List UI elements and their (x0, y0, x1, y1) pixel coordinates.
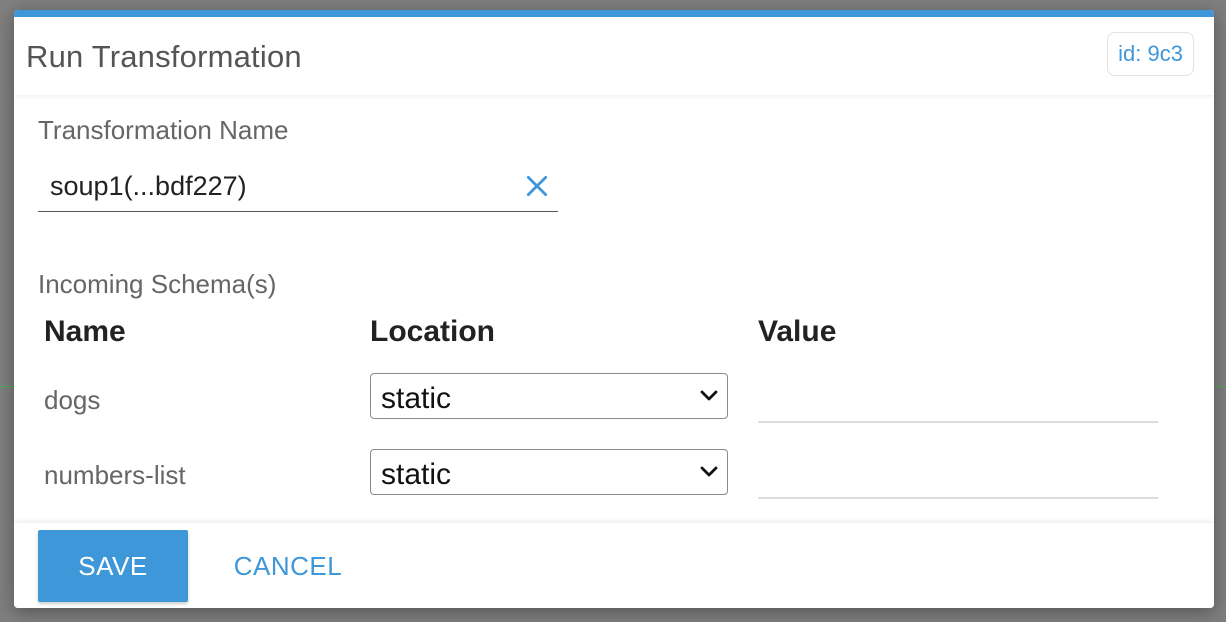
dialog-title: Run Transformation (26, 39, 302, 74)
cancel-button[interactable]: CANCEL (218, 530, 358, 602)
location-select[interactable]: static (370, 449, 728, 495)
column-header-name: Name (44, 315, 126, 348)
backdrop-connector-line (0, 386, 14, 387)
run-transformation-dialog: Run Transformation id: 9c3 Transformatio… (14, 10, 1214, 608)
chevron-down-icon (700, 390, 718, 401)
schema-row-name: dogs (44, 385, 101, 415)
location-select-value: static (381, 382, 452, 415)
value-input[interactable] (758, 457, 1158, 499)
id-badge: id: 9c3 (1107, 32, 1194, 76)
column-header-value: Value (758, 315, 837, 348)
value-input[interactable] (758, 381, 1158, 423)
column-header-location: Location (370, 315, 495, 348)
incoming-schemas-label: Incoming Schema(s) (38, 269, 277, 299)
save-button[interactable]: SAVE (38, 530, 188, 602)
transformation-name-label: Transformation Name (38, 115, 289, 145)
schema-row-name: numbers-list (44, 460, 186, 490)
dialog-accent-bar (14, 10, 1214, 17)
dialog-header: Run Transformation id: 9c3 (14, 17, 1214, 95)
transformation-name-input[interactable] (50, 169, 510, 203)
dialog-body: Transformation Name Incoming Schema(s) N… (14, 95, 1214, 523)
dialog-footer: SAVE CANCEL (14, 523, 1214, 608)
transformation-name-field (38, 163, 558, 212)
location-select[interactable]: static (370, 373, 728, 419)
chevron-down-icon (700, 466, 718, 477)
close-icon[interactable] (524, 173, 550, 199)
backdrop-connector-line (1214, 386, 1226, 387)
location-select-value: static (381, 458, 452, 491)
